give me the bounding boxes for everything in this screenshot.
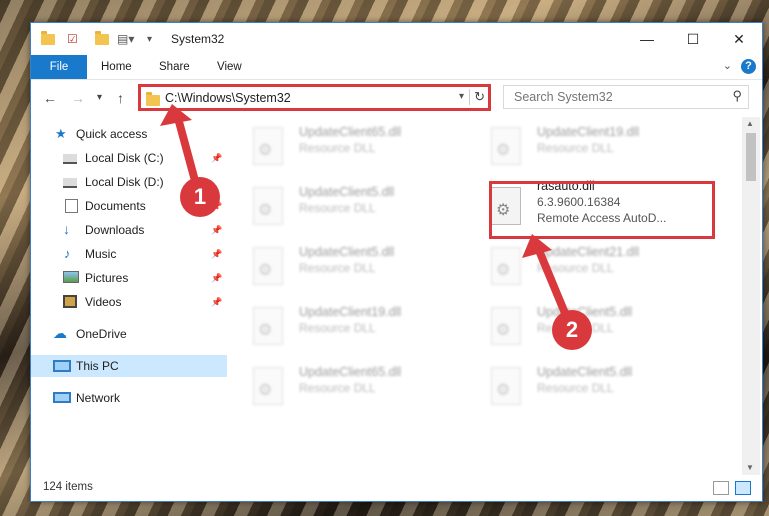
arrow-2-shaft xyxy=(534,246,571,320)
annotation-arrows xyxy=(160,104,571,320)
arrow-1-head xyxy=(160,104,192,126)
step-1-badge: 1 xyxy=(180,177,220,217)
step-2-badge: 2 xyxy=(552,310,592,350)
